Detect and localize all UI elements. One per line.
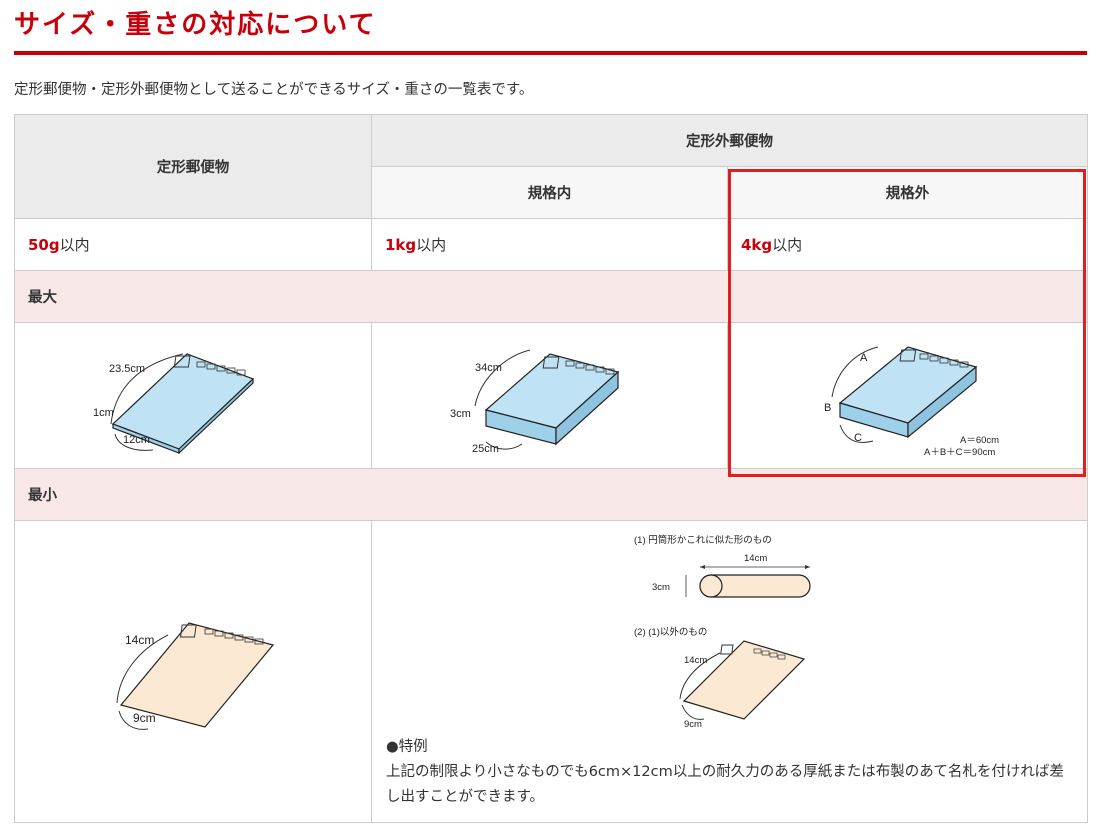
special-exception-note: ●特例 上記の制限より小さなものでも6cm×12cm以上の耐久力のある厚紙または…	[372, 735, 1087, 810]
figure-teikeigai-min: (1) 円筒形かこれに似た形のもの 14cm 3cm (2) (1)以外のもの	[371, 520, 1088, 823]
weight-teikei: 50g以内	[14, 218, 372, 271]
formula-sum: A＋B＋C＝90cm	[924, 447, 995, 455]
dim-thickness-label: 1cm	[93, 407, 114, 419]
header-teikei: 定形郵便物	[14, 114, 372, 219]
dim-width-label: 14cm	[125, 633, 154, 647]
figure-kikakugai-max: A B C A＝60cm A＋B＋C＝90cm	[727, 322, 1088, 469]
row-min-label: 最小	[14, 468, 1088, 521]
cylinder-diameter-label: 3cm	[652, 582, 670, 593]
row-max-label: 最大	[14, 270, 1088, 323]
dim-width-label: 14cm	[684, 655, 707, 666]
dim-width-label: 34cm	[475, 362, 502, 374]
header-kikakunai: 規格内	[371, 166, 728, 219]
dim-b-label: B	[824, 402, 831, 414]
title-underline	[14, 51, 1087, 55]
min-size-illustration: (1) 円筒形かこれに似た形のもの 14cm 3cm (2) (1)以外のもの	[634, 534, 811, 730]
dim-height-label: 25cm	[472, 443, 499, 454]
cylinder-caption: (1) 円筒形かこれに似た形のもの	[634, 534, 772, 546]
figure-teikei-min: 14cm 9cm	[14, 520, 372, 823]
page-title: サイズ・重さの対応について	[14, 10, 377, 40]
formula-a: A＝60cm	[960, 435, 999, 446]
dim-height-label: 12cm	[123, 434, 150, 446]
box-illustration: 34cm 3cm 25cm	[450, 349, 619, 455]
other-caption: (2) (1)以外のもの	[634, 626, 707, 638]
envelope-illustration: 14cm 9cm	[116, 621, 275, 730]
header-teikeigai: 定形外郵便物	[371, 114, 1088, 167]
dim-width-label: 23.5cm	[109, 363, 145, 375]
dim-height-label: 9cm	[133, 711, 156, 725]
figure-kikakunai-max: 34cm 3cm 25cm	[371, 322, 728, 469]
size-weight-table: 定形郵便物 定形外郵便物 規格内 規格外 50g以内 1kg以内 4kg以内 最…	[14, 114, 1088, 823]
weight-kikakunai: 1kg以内	[371, 218, 728, 271]
dim-c-label: C	[854, 432, 862, 444]
envelope-illustration: 23.5cm 1cm 12cm	[93, 352, 255, 454]
dim-height-label: 9cm	[684, 719, 702, 730]
dim-a-label: A	[860, 352, 868, 364]
dim-thickness-label: 3cm	[450, 408, 471, 420]
box-illustration: A B C A＝60cm A＋B＋C＝90cm	[824, 345, 999, 458]
special-exception-body: 上記の制限より小さなものでも6cm×12cm以上の耐久力のある厚紙または布製のあ…	[386, 764, 1064, 805]
intro-text: 定形郵便物・定形外郵便物として送ることができるサイズ・重さの一覧表です。	[14, 82, 534, 98]
special-exception-heading: ●特例	[386, 739, 428, 755]
header-kikakugai: 規格外	[727, 166, 1088, 219]
figure-teikei-max: 23.5cm 1cm 12cm	[14, 322, 372, 469]
weight-kikakugai: 4kg以内	[727, 218, 1088, 271]
cylinder-length-label: 14cm	[744, 553, 767, 564]
